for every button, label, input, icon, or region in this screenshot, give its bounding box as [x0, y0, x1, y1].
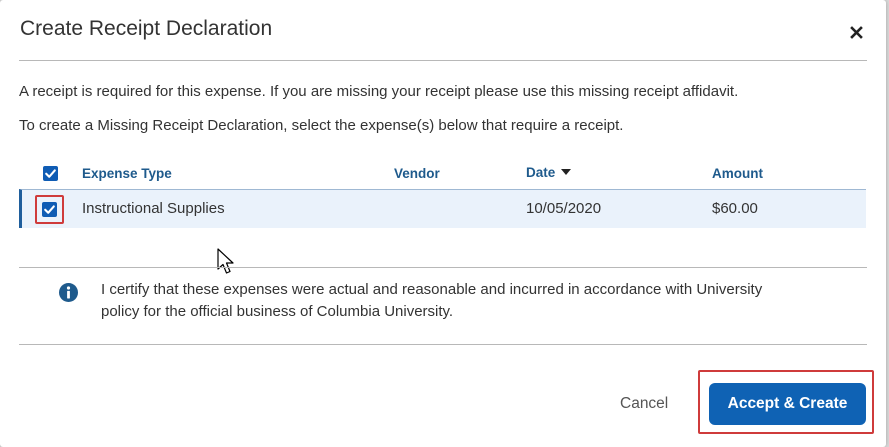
accept-and-create-button[interactable]: Accept & Create: [709, 383, 866, 425]
select-all-checkbox[interactable]: [43, 166, 58, 181]
column-header-date-label: Date: [526, 165, 556, 180]
column-header-vendor[interactable]: Vendor: [394, 166, 440, 181]
dialog-title: Create Receipt Declaration: [20, 17, 273, 40]
sort-descending-icon: [561, 169, 572, 175]
row-date: 10/05/2020: [526, 200, 602, 217]
row-checkbox[interactable]: [42, 202, 57, 217]
row-expense-type: Instructional Supplies: [82, 200, 225, 217]
create-receipt-declaration-dialog: Create Receipt Declaration A receipt is …: [0, 0, 886, 447]
certification-top-divider: [19, 267, 867, 268]
row-amount: $60.00: [712, 200, 758, 217]
certification-bottom-divider: [19, 344, 867, 345]
column-header-date[interactable]: Date: [526, 165, 572, 180]
close-icon: [850, 26, 863, 39]
certification-text: I certify that these expenses were actua…: [101, 281, 763, 320]
close-button[interactable]: [848, 22, 866, 42]
column-header-expense-type[interactable]: Expense Type: [82, 166, 172, 181]
mouse-cursor-icon: [217, 248, 234, 274]
intro-text-2: To create a Missing Receipt Declaration,…: [19, 117, 624, 134]
cancel-button[interactable]: Cancel: [620, 395, 668, 413]
info-icon: [59, 283, 78, 302]
checkmark-icon: [44, 205, 55, 214]
checkmark-icon: [45, 169, 56, 178]
column-header-amount[interactable]: Amount: [712, 166, 763, 181]
intro-text-1: A receipt is required for this expense. …: [19, 83, 739, 100]
header-divider: [19, 60, 867, 61]
